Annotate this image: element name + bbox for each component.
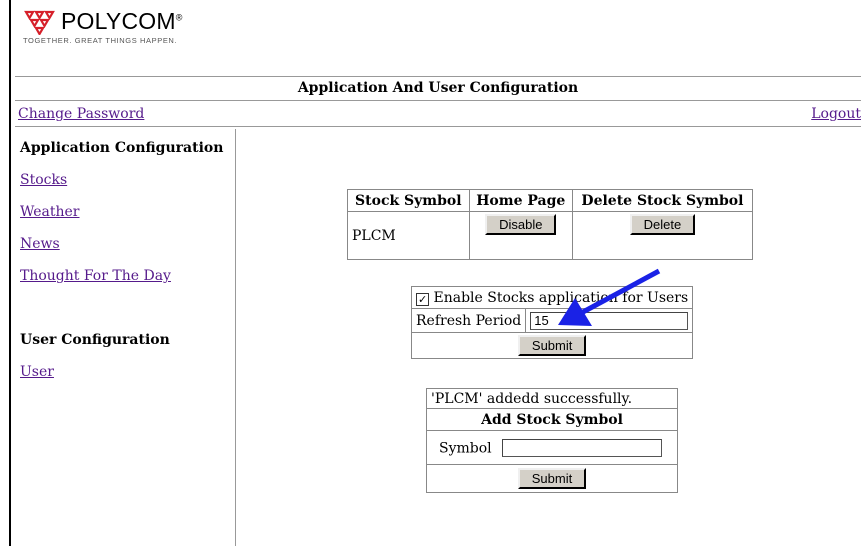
add-stock-table: 'PLCM' addedd successfully. Add Stock Sy… xyxy=(426,388,678,493)
user-configuration-heading: User Configuration xyxy=(20,332,170,348)
enable-stocks-row: ✓ Enable Stocks application for Users xyxy=(410,286,694,309)
symbol-row: Symbol xyxy=(426,430,678,465)
application-configuration-heading: Application Configuration xyxy=(20,140,224,156)
refresh-period-input[interactable] xyxy=(530,311,689,330)
stock-symbol-cell: PLCM xyxy=(347,211,470,260)
page-title: Application And User Configuration xyxy=(15,76,861,101)
disable-button[interactable]: Disable xyxy=(485,214,557,235)
add-submit-cell: Submit xyxy=(426,464,678,493)
home-page-cell: Disable xyxy=(468,211,573,260)
settings-submit-button[interactable]: Submit xyxy=(517,335,587,356)
change-password-link[interactable]: Change Password xyxy=(18,102,144,126)
polycom-triangles-icon xyxy=(24,10,55,35)
column-header-delete-stock-symbol: Delete Stock Symbol xyxy=(571,189,754,212)
add-stock-heading: Add Stock Symbol xyxy=(426,408,678,431)
symbol-input[interactable] xyxy=(502,438,663,457)
refresh-period-label: Refresh Period xyxy=(410,308,527,333)
status-message: 'PLCM' addedd successfully. xyxy=(426,388,678,409)
sidebar-item-news[interactable]: News xyxy=(20,236,60,252)
add-submit-button[interactable]: Submit xyxy=(517,468,587,489)
top-nav: Change Password Logout xyxy=(15,102,861,127)
logout-link[interactable]: Logout xyxy=(811,102,861,126)
polycom-logo: POLYCOM® TOGETHER. GREAT THINGS HAPPEN. xyxy=(23,8,183,45)
column-header-stock-symbol: Stock Symbol xyxy=(347,189,470,212)
sidebar-item-stocks[interactable]: Stocks xyxy=(20,172,67,188)
enable-stocks-checkbox[interactable]: ✓ xyxy=(416,292,430,306)
refresh-period-cell xyxy=(525,308,694,333)
left-border xyxy=(9,0,11,546)
settings-submit-cell: Submit xyxy=(410,332,694,359)
table-row: PLCM Disable Delete xyxy=(347,211,754,260)
delete-button[interactable]: Delete xyxy=(629,214,696,235)
stock-table: Stock Symbol Home Page Delete Stock Symb… xyxy=(347,189,754,260)
sidebar: Application Configuration Stocks Weather… xyxy=(15,129,236,546)
brand-tagline: TOGETHER. GREAT THINGS HAPPEN. xyxy=(23,36,178,45)
sidebar-item-thought-for-the-day[interactable]: Thought For The Day xyxy=(20,268,171,284)
stocks-settings-table: ✓ Enable Stocks application for Users Re… xyxy=(410,286,694,359)
sidebar-item-weather[interactable]: Weather xyxy=(20,204,80,220)
column-header-home-page: Home Page xyxy=(468,189,573,212)
symbol-label: Symbol xyxy=(439,440,492,456)
brand-name: POLYCOM® xyxy=(61,8,183,34)
sidebar-item-user[interactable]: User xyxy=(20,364,54,380)
enable-stocks-label: Enable Stocks application for Users xyxy=(433,289,689,306)
delete-cell: Delete xyxy=(571,211,754,260)
